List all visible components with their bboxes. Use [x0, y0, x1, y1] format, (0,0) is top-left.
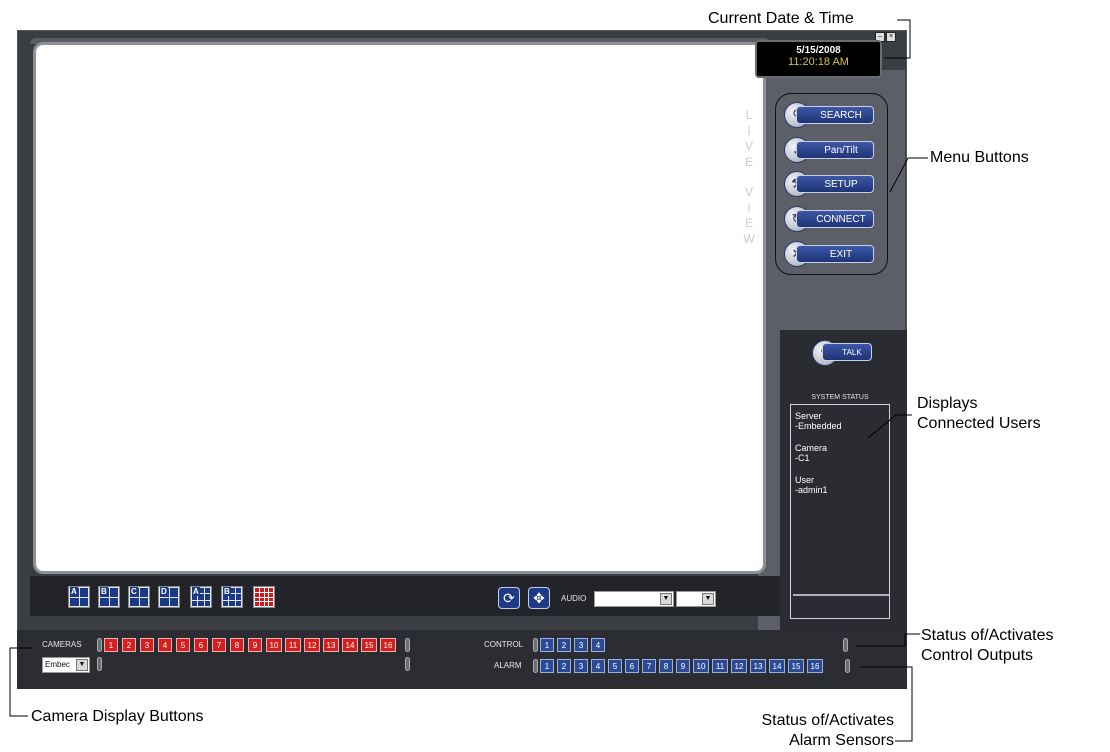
callout-menu-buttons: Menu Buttons: [930, 149, 1029, 166]
callout-alarm-sensors: Status of/Activates Alarm Sensors: [761, 712, 894, 749]
callout-connected-users: Displays Connected Users: [917, 395, 1041, 432]
callout-control-outputs: Status of/Activates Control Outputs: [921, 627, 1054, 664]
callout-camera-buttons: Camera Display Buttons: [31, 708, 204, 725]
callout-date-time: Current Date & Time: [708, 10, 854, 27]
